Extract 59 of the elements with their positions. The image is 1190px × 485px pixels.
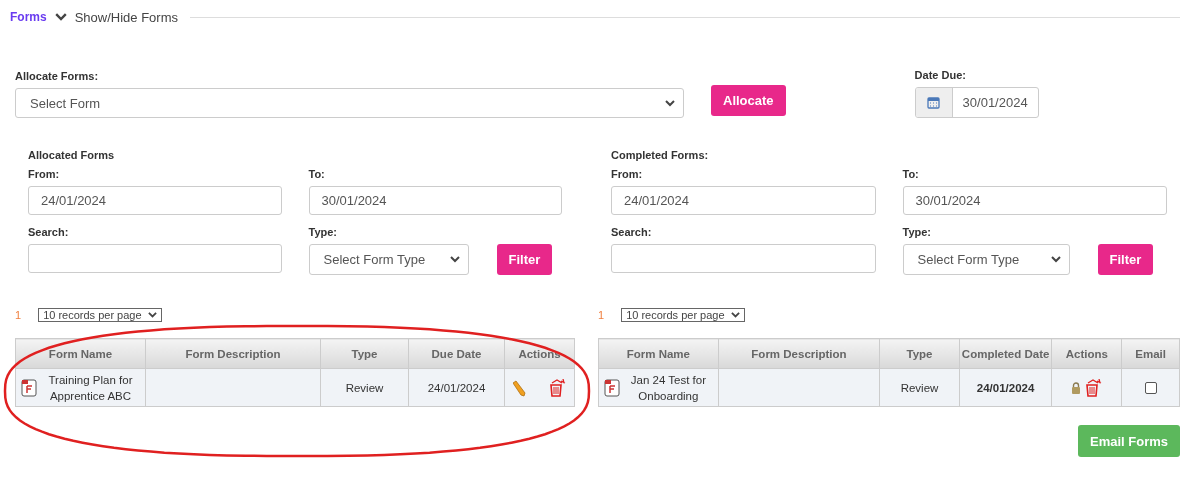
- field-label: Search:: [611, 226, 653, 238]
- field-label: Allocate Forms:: [15, 70, 100, 82]
- form-document-icon: [21, 378, 37, 397]
- trash-icon[interactable]: [1085, 378, 1103, 397]
- field-label: To:: [308, 168, 326, 180]
- table-cell: Review: [320, 368, 409, 407]
- filter-button[interactable]: Filter: [1097, 244, 1154, 275]
- form-name: Jan 24 Test for Onboarding: [629, 372, 707, 404]
- column-header: Form Description: [718, 338, 880, 369]
- date-due-field[interactable]: 30/01/2024: [914, 87, 1039, 118]
- column-header: Email: [1121, 338, 1180, 369]
- form-document-icon: [604, 378, 620, 397]
- panel-title: Completed Forms:: [611, 149, 710, 163]
- field-label: From:: [611, 168, 644, 180]
- calendar-icon: [927, 96, 941, 109]
- filter-button[interactable]: Filter: [496, 244, 553, 275]
- chevron-down-icon: [147, 311, 157, 319]
- page-size-select[interactable]: 10 records per page: [38, 308, 162, 322]
- column-header: Type: [879, 338, 960, 369]
- table-cell: 24/01/2024: [408, 368, 505, 407]
- table-cell: Review: [879, 368, 960, 407]
- field-label: Date Due:: [914, 69, 967, 81]
- pencil-icon[interactable]: [513, 378, 527, 397]
- padlock-icon[interactable]: [1071, 381, 1082, 394]
- search-field[interactable]: [28, 244, 282, 273]
- show-hide-toggle[interactable]: Show/Hide Forms: [74, 9, 178, 25]
- column-header: Completed Date: [959, 338, 1052, 369]
- chevron-down-icon: [1050, 256, 1061, 263]
- type-select[interactable]: Select Form Type: [308, 244, 469, 275]
- column-header: Type: [320, 338, 409, 369]
- column-header: Actions: [1051, 338, 1122, 369]
- email-checkbox[interactable]: [1144, 382, 1157, 394]
- table-cell: 24/01/2024: [959, 368, 1052, 407]
- column-header: Form Name: [598, 338, 719, 369]
- field-label: Search:: [28, 226, 70, 238]
- type-select[interactable]: Select Form Type: [902, 244, 1070, 275]
- search-field[interactable]: [611, 244, 876, 273]
- field-label: Type:: [902, 226, 933, 238]
- from-date-field[interactable]: 24/01/2024: [28, 186, 282, 215]
- allocate-button[interactable]: Allocate: [711, 85, 786, 116]
- form-name: Training Plan for Apprentice ABC: [47, 372, 134, 404]
- from-date-field[interactable]: 24/01/2024: [611, 186, 876, 215]
- to-date-field[interactable]: 30/01/2024: [902, 186, 1167, 215]
- panel-title: Allocated Forms: [28, 149, 116, 163]
- chevron-down-icon: [665, 99, 675, 107]
- column-header: Form Name: [15, 338, 146, 369]
- chevron-down-icon: [54, 12, 67, 22]
- form-select[interactable]: Select Form: [15, 88, 684, 118]
- forms-link[interactable]: Forms: [10, 10, 47, 24]
- field-label: To:: [902, 168, 920, 180]
- column-header: Form Description: [145, 338, 321, 369]
- chevron-down-icon: [730, 311, 740, 319]
- to-date-field[interactable]: 30/01/2024: [308, 186, 562, 215]
- column-header: Due Date: [408, 338, 505, 369]
- trash-icon[interactable]: [549, 378, 566, 397]
- page-size-select[interactable]: 10 records per page: [621, 308, 745, 322]
- field-label: Type:: [308, 226, 339, 238]
- field-label: From:: [28, 168, 61, 180]
- chevron-down-icon: [449, 256, 460, 263]
